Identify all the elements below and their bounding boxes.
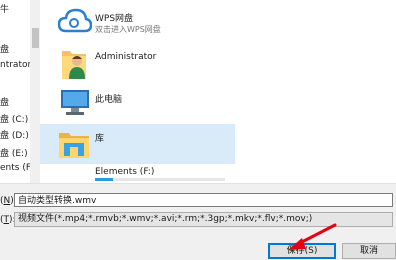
list-item-wps-cloud[interactable]: WPS网盘 双击进入WPS网盘 [40,2,235,40]
nav-scrollbar-thumb[interactable] [32,28,39,48]
list-item-this-pc[interactable]: 此电脑 [40,84,235,122]
cloud-icon [57,8,93,37]
nav-item[interactable]: 盘 (C:) [0,112,28,125]
nav-item[interactable]: 盘 (D:) [0,128,29,141]
list-item-administrator[interactable]: Administrator [40,43,235,83]
item-name: Administrator [95,52,157,62]
drive-usage-bar [95,178,225,181]
nav-item[interactable]: 牛 [0,2,9,15]
filename-label-key: N [3,196,11,206]
item-name: Elements (F:) [95,167,155,177]
filetype-label-key: T [3,215,10,225]
filename-input[interactable]: 自动类型转换.wmv [14,193,393,207]
list-item-library[interactable]: 库 [40,124,235,164]
annotation-arrow-icon [288,223,337,250]
item-name: 此电脑 [95,95,123,105]
computer-icon [60,89,90,120]
item-subtitle: 双击进入WPS网盘 [95,25,161,34]
user-folder-icon [60,45,90,84]
nav-item[interactable]: ntrator [0,60,30,70]
item-name: WPS网盘 [95,14,134,24]
nav-item[interactable]: 盘 [0,42,9,55]
nav-item[interactable]: 盘 (E:) [0,146,28,159]
drive-usage-fill [95,178,113,181]
navigation-pane: 牛 盘 ntrator 盘 盘 (C:) 盘 (D:) 盘 (E:) ents … [0,0,30,183]
nav-item[interactable]: 盘 [0,95,9,108]
library-folder-icon [58,129,90,162]
cancel-button[interactable]: 取消 [342,243,396,259]
list-item-elements-drive[interactable]: Elements (F:) [40,165,235,183]
nav-item[interactable]: ents (F:) [0,163,30,173]
item-name: 库 [95,134,105,144]
file-list: WPS网盘 双击进入WPS网盘 Administrator 此电脑 库 Elem… [40,0,235,183]
preview-area [235,0,396,183]
